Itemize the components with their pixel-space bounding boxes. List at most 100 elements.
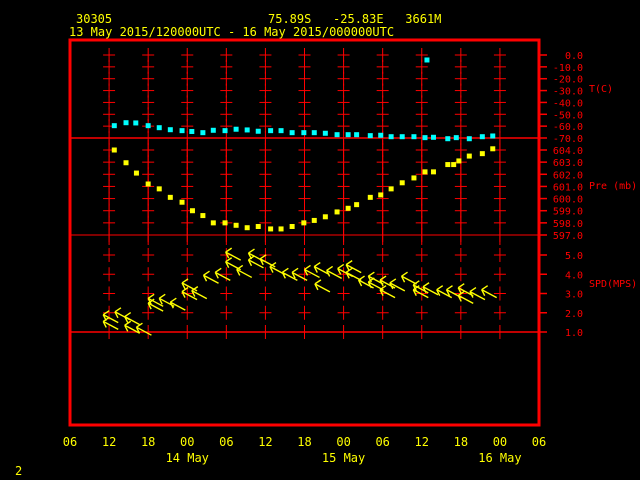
temperature-point	[222, 128, 228, 134]
pressure-point	[451, 162, 457, 168]
pressure-point	[422, 169, 428, 175]
wind-arrow	[169, 297, 186, 311]
pressure-point	[189, 208, 195, 214]
temperature-point	[145, 123, 151, 129]
wind-arrow	[236, 264, 253, 279]
temperature-point	[255, 128, 261, 134]
x-tick-label: 12	[258, 435, 272, 449]
pressure-point	[278, 226, 284, 232]
y-tick-label-temperature: -50.0	[553, 110, 583, 121]
x-tick-label: 06	[375, 435, 389, 449]
pressure-point	[222, 220, 228, 226]
pressure-point	[322, 214, 328, 220]
pressure-point	[111, 147, 117, 153]
temperature-point	[388, 134, 394, 140]
x-tick-label: 00	[336, 435, 350, 449]
date-label: 16 May	[478, 451, 521, 465]
pressure-point	[399, 180, 405, 186]
y-tick-label-pressure: 600.0	[553, 195, 583, 206]
wind-arrow	[379, 275, 396, 289]
pressure-point	[123, 160, 129, 166]
temperature-point	[378, 132, 384, 138]
temperature-point	[301, 130, 307, 136]
pressure-point	[156, 186, 162, 192]
wind-arrow	[400, 271, 417, 285]
x-tick-label: 18	[297, 435, 311, 449]
y-tick-label-wind: 5.0	[565, 251, 583, 262]
y-tick-label-pressure: 604.0	[553, 146, 583, 157]
temperature-point	[422, 135, 428, 141]
x-tick-label: 00	[493, 435, 507, 449]
pressure-point	[268, 226, 274, 232]
pressure-point	[179, 199, 185, 205]
y-tick-label-temperature: -30.0	[553, 87, 583, 98]
y-tick-label-wind: 1.0	[565, 328, 583, 339]
wind-arrow	[313, 261, 330, 276]
temperature-point	[289, 130, 295, 136]
temperature-point	[322, 130, 328, 136]
pressure-point	[345, 205, 351, 211]
temperature-point	[424, 57, 430, 63]
pressure-point	[289, 224, 295, 229]
temperature-point	[189, 128, 195, 134]
y-tick-label-temperature: -40.0	[553, 98, 583, 109]
y-tick-label-pressure: 603.0	[553, 158, 583, 169]
x-tick-label: 06	[532, 435, 546, 449]
wind-arrow	[225, 247, 242, 261]
date-label: 14 May	[166, 451, 209, 465]
temperature-point	[133, 120, 139, 126]
temperature-point	[354, 132, 360, 138]
pressure-point	[411, 175, 417, 181]
pressure-point	[311, 217, 317, 223]
pressure-point	[133, 170, 139, 176]
temperature-point	[411, 134, 417, 140]
pressure-point	[466, 153, 472, 159]
temperature-point	[334, 132, 340, 138]
x-tick-label: 18	[141, 435, 155, 449]
pressure-point	[145, 181, 151, 187]
y-tick-label-temperature: -20.0	[553, 75, 583, 86]
wind-arrow	[314, 279, 331, 293]
axis-label-pressure: Pre (mb)	[589, 181, 637, 192]
temperature-point	[430, 134, 436, 140]
temperature-point	[479, 134, 485, 140]
pressure-point	[456, 158, 462, 164]
pressure-point	[388, 186, 394, 192]
temperature-point	[179, 128, 185, 134]
pressure-point	[233, 222, 239, 228]
temperature-point	[233, 126, 239, 132]
y-tick-label-pressure: 598.0	[553, 219, 583, 230]
temperature-point	[200, 130, 206, 136]
temperature-point	[244, 127, 250, 133]
temperature-point	[453, 135, 459, 141]
pressure-point	[244, 225, 250, 231]
pressure-point	[378, 192, 384, 198]
wind-arrow	[389, 278, 406, 292]
pressure-point	[367, 194, 373, 200]
temperature-point	[466, 136, 472, 142]
pressure-point	[490, 146, 496, 152]
y-tick-label-wind: 2.0	[565, 309, 583, 320]
pressure-point	[301, 220, 307, 226]
temperature-point	[167, 127, 173, 133]
x-tick-label: 18	[454, 435, 468, 449]
temperature-point	[490, 133, 496, 139]
meteogram-chart: 0.0-10.0-20.0-30.0-40.0-50.0-60.0-70.0 T(…	[63, 38, 637, 465]
pressure-point	[200, 213, 206, 219]
pressure-point	[210, 220, 216, 226]
temperature-point	[399, 134, 405, 140]
temperature-point	[123, 120, 129, 126]
y-tick-label-temperature: -10.0	[553, 63, 583, 74]
axis-label-wind: SPD(MPS)	[589, 279, 637, 290]
wind-arrow	[422, 282, 439, 296]
x-tick-label: 12	[415, 435, 429, 449]
x-tick-label: 06	[63, 435, 77, 449]
date-label: 15 May	[322, 451, 365, 465]
temperature-point	[367, 133, 373, 139]
pressure-point	[445, 162, 451, 168]
y-tick-label-pressure: 599.0	[553, 207, 583, 218]
y-tick-label-pressure: 601.0	[553, 182, 583, 193]
y-tick-label-temperature: -70.0	[553, 134, 583, 145]
pressure-point	[255, 224, 261, 229]
temperature-point	[268, 128, 274, 134]
